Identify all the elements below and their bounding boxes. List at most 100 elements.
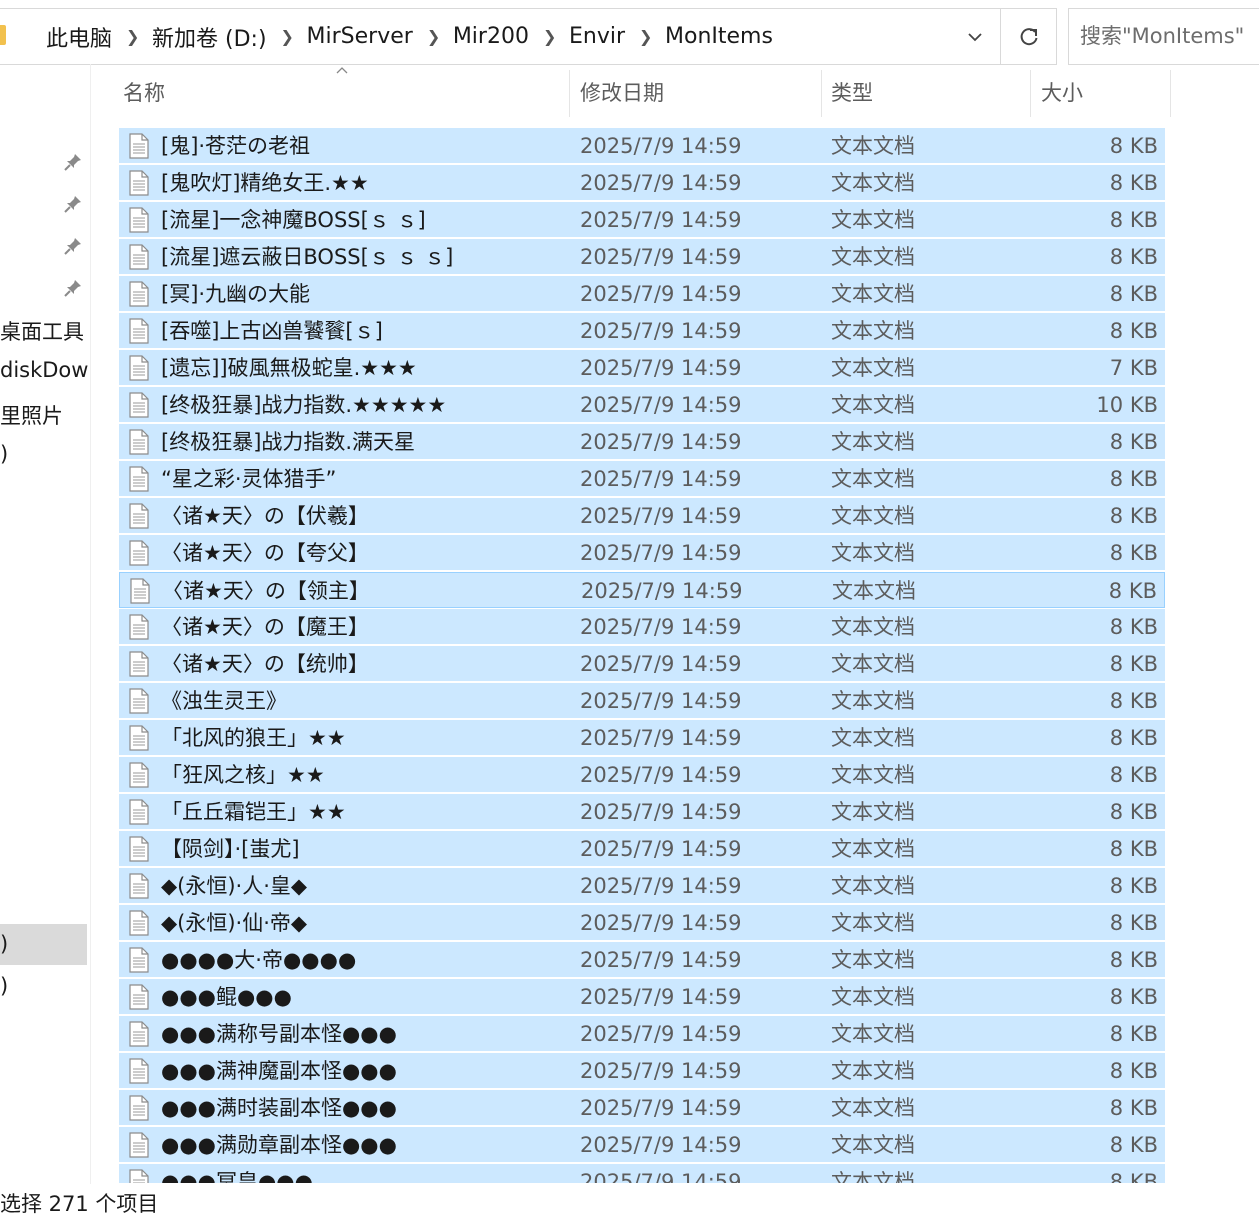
file-row[interactable]: ●●●满神魔副本怪●●● 2025/7/9 14:59 文本文档 8 KB: [119, 1053, 1165, 1089]
breadcrumb-mirserver[interactable]: MirServer: [305, 24, 415, 49]
file-size: 10 KB: [1096, 393, 1158, 417]
file-list[interactable]: [鬼]·苍茫の老祖 2025/7/9 14:59 文本文档 8 KB [鬼吹灯]精绝女王…: [119, 128, 1165, 1183]
file-size: 8 KB: [1108, 579, 1157, 603]
file-row[interactable]: [吞噬]上古凶兽饕餮[ｓ] 2025/7/9 14:59 文本文档 8 KB: [119, 313, 1165, 349]
text-file-icon: [129, 578, 151, 604]
file-row[interactable]: ●●●满勋章副本怪●●● 2025/7/9 14:59 文本文档 8 KB: [119, 1127, 1165, 1163]
file-name: 「丘丘霜铠王」★★: [161, 800, 346, 824]
column-divider[interactable]: [821, 70, 822, 117]
chevron-right-icon[interactable]: ❯: [427, 27, 440, 46]
address-history-dropdown[interactable]: [955, 9, 995, 64]
file-name: [鬼]·苍茫の老祖: [161, 134, 311, 158]
file-row[interactable]: ◆(永恒)·人·皇◆ 2025/7/9 14:59 文本文档 8 KB: [119, 868, 1165, 904]
file-type: 文本文档: [831, 837, 915, 861]
file-type: 文本文档: [831, 985, 915, 1009]
search-box[interactable]: 搜索"MonItems": [1068, 8, 1259, 65]
file-size: 8 KB: [1109, 1059, 1158, 1083]
file-type: 文本文档: [831, 1133, 915, 1157]
file-row[interactable]: 〈诸★天〉の【夸父】 2025/7/9 14:59 文本文档 8 KB: [119, 535, 1165, 571]
file-row[interactable]: 「丘丘霜铠王」★★ 2025/7/9 14:59 文本文档 8 KB: [119, 794, 1165, 830]
breadcrumb-this-pc[interactable]: 此电脑: [44, 21, 114, 53]
file-name: [流星]一念神魔BOSS[ｓ ｓ]: [161, 208, 426, 232]
file-row[interactable]: [鬼]·苍茫の老祖 2025/7/9 14:59 文本文档 8 KB: [119, 128, 1165, 164]
chevron-right-icon[interactable]: ❯: [126, 27, 139, 46]
file-row[interactable]: [鬼吹灯]精绝女王.★★ 2025/7/9 14:59 文本文档 8 KB: [119, 165, 1165, 201]
file-row[interactable]: [冥]·九幽の大能 2025/7/9 14:59 文本文档 8 KB: [119, 276, 1165, 312]
file-row[interactable]: 【陨剑】·[蚩尤] 2025/7/9 14:59 文本文档 8 KB: [119, 831, 1165, 867]
column-header-size[interactable]: 大小: [1041, 70, 1083, 117]
text-file-icon: [128, 170, 150, 196]
file-row[interactable]: 〈诸★天〉の【领主】 2025/7/9 14:59 文本文档 8 KB: [119, 572, 1165, 608]
chevron-right-icon[interactable]: ❯: [543, 27, 556, 46]
file-type: 文本文档: [831, 541, 915, 565]
file-row[interactable]: 「北风的狼王」★★ 2025/7/9 14:59 文本文档 8 KB: [119, 720, 1165, 756]
column-divider[interactable]: [569, 70, 570, 117]
column-header-name[interactable]: 名称: [123, 70, 165, 117]
file-row[interactable]: “星之彩·灵体猎手” 2025/7/9 14:59 文本文档 8 KB: [119, 461, 1165, 497]
file-name: [吞噬]上古凶兽饕餮[ｓ]: [161, 319, 383, 343]
chevron-right-icon[interactable]: ❯: [281, 27, 294, 46]
file-row[interactable]: [流星]遮云蔽日BOSS[ｓ ｓ ｓ] 2025/7/9 14:59 文本文档 8 K…: [119, 239, 1165, 275]
file-type: 文本文档: [831, 615, 915, 639]
column-divider[interactable]: [1030, 70, 1031, 117]
nav-item-diskdownload[interactable]: diskDowi: [0, 358, 90, 382]
file-type: 文本文档: [831, 430, 915, 454]
file-modified-date: 2025/7/9 14:59: [580, 911, 742, 935]
text-file-icon: [128, 799, 150, 825]
file-row[interactable]: ●●●●大·帝●●●● 2025/7/9 14:59 文本文档 8 KB: [119, 942, 1165, 978]
file-size: 8 KB: [1109, 467, 1158, 491]
refresh-button[interactable]: [1001, 8, 1057, 65]
chevron-right-icon[interactable]: ❯: [639, 27, 652, 46]
breadcrumb-monitems[interactable]: MonItems: [663, 24, 775, 49]
nav-item-desktop-tools[interactable]: 桌面工具: [0, 316, 84, 346]
column-divider[interactable]: [1170, 70, 1171, 117]
file-type: 文本文档: [831, 319, 915, 343]
file-row[interactable]: [遗忘]]破風無极蛇皇.★★★ 2025/7/9 14:59 文本文档 7 KB: [119, 350, 1165, 386]
file-row[interactable]: 〈诸★天〉の【魔王】 2025/7/9 14:59 文本文档 8 KB: [119, 609, 1165, 645]
text-file-icon: [128, 244, 150, 270]
file-row[interactable]: ●●●鲲●●● 2025/7/9 14:59 文本文档 8 KB: [119, 979, 1165, 1015]
file-row[interactable]: [流星]一念神魔BOSS[ｓ ｓ] 2025/7/9 14:59 文本文档 8 KB: [119, 202, 1165, 238]
file-size: 8 KB: [1109, 282, 1158, 306]
file-size: 8 KB: [1109, 652, 1158, 676]
file-name: [流星]遮云蔽日BOSS[ｓ ｓ ｓ]: [161, 245, 454, 269]
file-row[interactable]: 〈诸★天〉の【伏羲】 2025/7/9 14:59 文本文档 8 KB: [119, 498, 1165, 534]
text-file-icon: [128, 614, 150, 640]
file-type: 文本文档: [831, 1096, 915, 1120]
file-row[interactable]: ●●●满时装副本怪●●● 2025/7/9 14:59 文本文档 8 KB: [119, 1090, 1165, 1126]
file-size: 8 KB: [1109, 911, 1158, 935]
file-name: ◆(永恒)·人·皇◆: [161, 874, 308, 898]
nav-item-drive-selected[interactable]: ): [0, 932, 8, 956]
breadcrumb-drive[interactable]: 新加卷 (D:): [150, 21, 269, 53]
folder-icon: [0, 25, 6, 45]
file-name: [终极狂暴]战力指数.★★★★★: [161, 393, 447, 417]
file-row[interactable]: 〈诸★天〉の【统帅】 2025/7/9 14:59 文本文档 8 KB: [119, 646, 1165, 682]
breadcrumb-mir200[interactable]: Mir200: [451, 24, 531, 49]
file-row[interactable]: 《浊生灵王》 2025/7/9 14:59 文本文档 8 KB: [119, 683, 1165, 719]
file-name: ●●●满称号副本怪●●●: [161, 1022, 397, 1046]
breadcrumb-envir[interactable]: Envir: [567, 24, 627, 49]
navigation-pane[interactable]: 桌面工具 diskDowi 里照片 ) ) ): [0, 64, 91, 1184]
column-header-type[interactable]: 类型: [831, 70, 873, 117]
column-header-date[interactable]: 修改日期: [580, 70, 664, 117]
nav-selected-item[interactable]: [0, 924, 87, 965]
file-row[interactable]: ●●●冥皇●●● 2025/7/9 14:59 文本文档 8 KB: [119, 1164, 1165, 1183]
file-name: ●●●冥皇●●●: [161, 1170, 313, 1183]
file-modified-date: 2025/7/9 14:59: [580, 837, 742, 861]
nav-item-drive-2[interactable]: ): [0, 974, 8, 998]
file-type: 文本文档: [831, 874, 915, 898]
file-type: 文本文档: [831, 171, 915, 195]
nav-item-drive[interactable]: ): [0, 442, 8, 466]
file-row[interactable]: 「狂风之核」★★ 2025/7/9 14:59 文本文档 8 KB: [119, 757, 1165, 793]
file-row[interactable]: [终极狂暴]战力指数.★★★★★ 2025/7/9 14:59 文本文档 10 KB: [119, 387, 1165, 423]
pin-icon: [64, 280, 81, 297]
file-row[interactable]: ◆(永恒)·仙·帝◆ 2025/7/9 14:59 文本文档 8 KB: [119, 905, 1165, 941]
nav-item-photos[interactable]: 里照片: [0, 400, 63, 430]
address-bar[interactable]: 此电脑 ❯ 新加卷 (D:) ❯ MirServer ❯ Mir200 ❯ En…: [0, 8, 1001, 65]
file-row[interactable]: [终极狂暴]战力指数.满天星 2025/7/9 14:59 文本文档 8 KB: [119, 424, 1165, 460]
file-name: “星之彩·灵体猎手”: [161, 467, 337, 491]
file-row[interactable]: ●●●满称号副本怪●●● 2025/7/9 14:59 文本文档 8 KB: [119, 1016, 1165, 1052]
file-modified-date: 2025/7/9 14:59: [580, 171, 742, 195]
file-modified-date: 2025/7/9 14:59: [580, 615, 742, 639]
pin-icon: [64, 154, 81, 171]
